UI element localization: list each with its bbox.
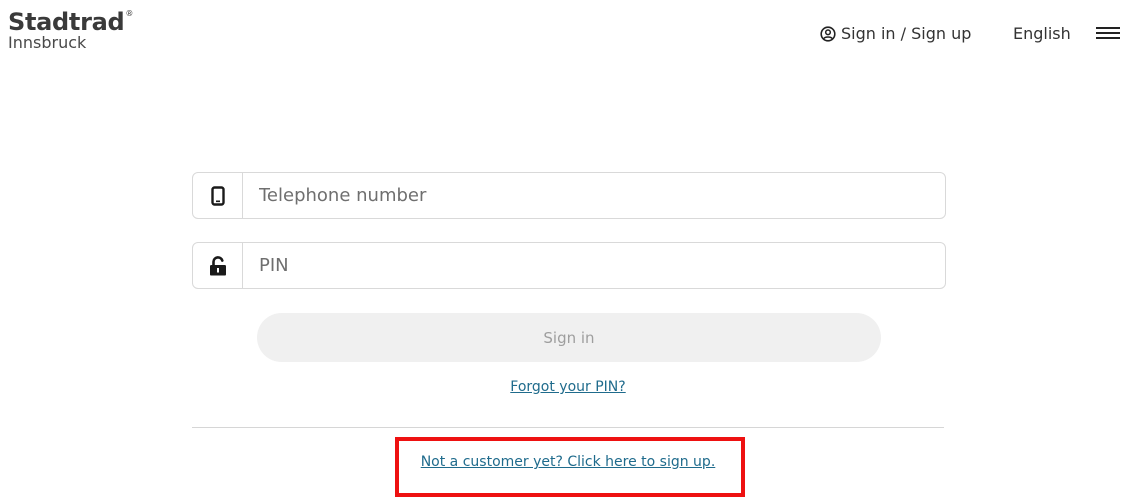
pin-addon (193, 243, 243, 288)
brand-name: Stadtrad (8, 8, 125, 36)
mobile-phone-icon (210, 185, 225, 206)
pin-field (192, 242, 946, 289)
pin-input[interactable] (243, 243, 945, 288)
signup-row: Not a customer yet? Click here to sign u… (0, 454, 1136, 470)
signup-link[interactable]: Not a customer yet? Click here to sign u… (421, 454, 716, 470)
hamburger-menu-icon[interactable] (1096, 27, 1120, 41)
signin-signup-link[interactable]: Sign in / Sign up (820, 24, 971, 43)
forgot-pin-link[interactable]: Forgot your PIN? (510, 379, 625, 395)
divider (192, 427, 944, 428)
language-selector[interactable]: English (1013, 24, 1071, 43)
brand-city: Innsbruck (8, 33, 87, 52)
phone-addon (193, 173, 243, 218)
forgot-pin-row: Forgot your PIN? (0, 379, 1136, 395)
header-bar: Stadtrad® Innsbruck Sign in / Sign up En… (0, 0, 1136, 70)
brand-reg-mark: ® (125, 9, 134, 18)
signin-signup-label: Sign in / Sign up (841, 24, 972, 43)
signin-button[interactable]: Sign in (257, 313, 881, 362)
phone-input[interactable] (243, 173, 945, 218)
unlock-icon (209, 255, 226, 275)
brand-logo[interactable]: Stadtrad® Innsbruck (8, 10, 133, 51)
user-circle-icon (820, 25, 836, 42)
phone-field (192, 172, 946, 219)
